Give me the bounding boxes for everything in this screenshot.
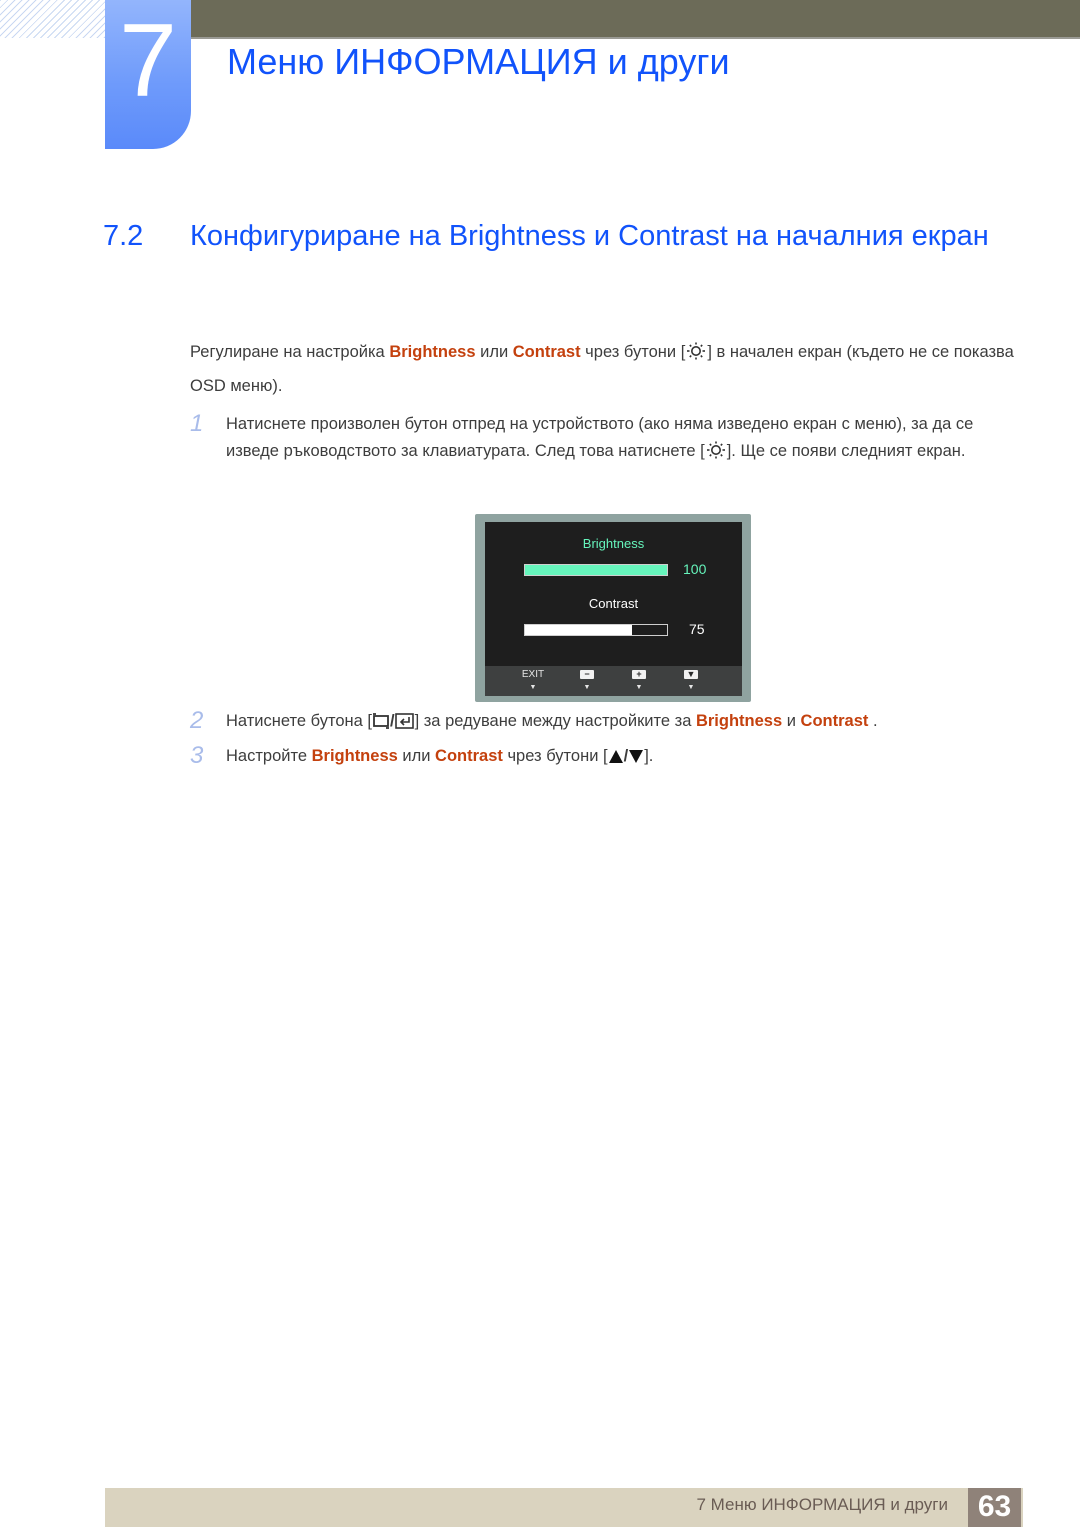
down-arrow-icon: ▼: [529, 684, 537, 691]
osd-contrast-bar: [524, 624, 668, 636]
triangle-down-icon: [628, 746, 644, 773]
sun-icon: [685, 340, 707, 371]
exit-label: EXIT: [521, 669, 545, 680]
minus-icon: −: [580, 670, 594, 679]
intro-text: чрез бутони [: [580, 343, 686, 361]
contrast-term: Contrast: [800, 712, 869, 730]
section-title: Конфигуриране на Brightness и Contrast н…: [190, 220, 989, 252]
osd-screenshot: Brightness 100 Contrast 75 EXIT ▼ − ▼ + …: [475, 514, 751, 702]
step-text-part: Настройте: [226, 747, 312, 765]
source-icon: [372, 711, 390, 738]
step-text-part: ].: [644, 747, 654, 765]
intro-text: или: [475, 343, 513, 361]
step-number: 3: [190, 742, 204, 769]
down-icon: ▼: [684, 670, 698, 679]
step-text: Натиснете произволен бутон отпред на уст…: [226, 411, 1006, 468]
contrast-term: Contrast: [435, 747, 503, 765]
osd-plus-button: + ▼: [619, 669, 659, 695]
osd-down-button: ▼ ▼: [671, 669, 711, 695]
down-arrow-icon: ▼: [635, 684, 643, 691]
osd-brightness-label: Brightness: [582, 536, 645, 551]
intro-text: Регулиране на настройка: [190, 343, 390, 361]
step-text-part: и: [782, 712, 801, 730]
brightness-term: Brightness: [389, 343, 476, 361]
down-arrow-icon: ▼: [687, 684, 695, 691]
osd-contrast-value: 75: [689, 621, 705, 637]
contrast-term: Contrast: [512, 343, 581, 361]
page-number: 63: [968, 1488, 1021, 1527]
step-text-part: ]. Ще се появи следният екран.: [726, 442, 966, 460]
osd-contrast-fill: [525, 625, 632, 635]
brightness-term: Brightness: [695, 712, 783, 730]
osd-button-guide: EXIT ▼ − ▼ + ▼ ▼ ▼: [485, 666, 742, 696]
step-text-part: ] за редуване между настройките за: [414, 712, 696, 730]
enter-icon: [394, 711, 415, 738]
osd-brightness-fill: [525, 565, 667, 575]
header-bar: [190, 0, 1080, 39]
decorative-hatch: [0, 0, 105, 38]
step-number: 1: [190, 410, 204, 437]
footer-chapter-title: 7 Меню ИНФОРМАЦИЯ и други: [696, 1495, 948, 1514]
osd-contrast-label: Contrast: [588, 596, 639, 611]
step-text-part: .: [868, 712, 878, 730]
osd-brightness-value: 100: [683, 561, 707, 577]
plus-icon: +: [632, 670, 646, 679]
osd-minus-button: − ▼: [567, 669, 607, 695]
step-text-part: Натиснете бутона [: [226, 712, 372, 730]
step-text: Настройте Brightness или Contrast чрез б…: [226, 743, 1006, 773]
step-number: 2: [190, 707, 204, 734]
chapter-title: Меню ИНФОРМАЦИЯ и други: [227, 41, 730, 82]
page-footer: 7 Меню ИНФОРМАЦИЯ и други: [105, 1488, 1023, 1527]
intro-paragraph: Регулиране на настройка Brightness или C…: [190, 337, 1020, 402]
chapter-number: 7: [119, 3, 177, 119]
triangle-up-icon: [608, 746, 624, 773]
brightness-term: Brightness: [311, 747, 398, 765]
osd-brightness-bar: [524, 564, 668, 576]
step-text: Натиснете бутона [/] за редуване между н…: [226, 708, 1006, 738]
osd-exit-button: EXIT ▼: [513, 669, 553, 695]
down-arrow-icon: ▼: [583, 684, 591, 691]
step-text-part: или: [397, 747, 436, 765]
step-text-part: чрез бутони [: [502, 747, 608, 765]
sun-icon: [705, 441, 727, 468]
chapter-tab: 7: [105, 0, 191, 149]
section-number: 7.2: [103, 220, 144, 252]
osd-screen: Brightness 100 Contrast 75: [485, 522, 742, 666]
